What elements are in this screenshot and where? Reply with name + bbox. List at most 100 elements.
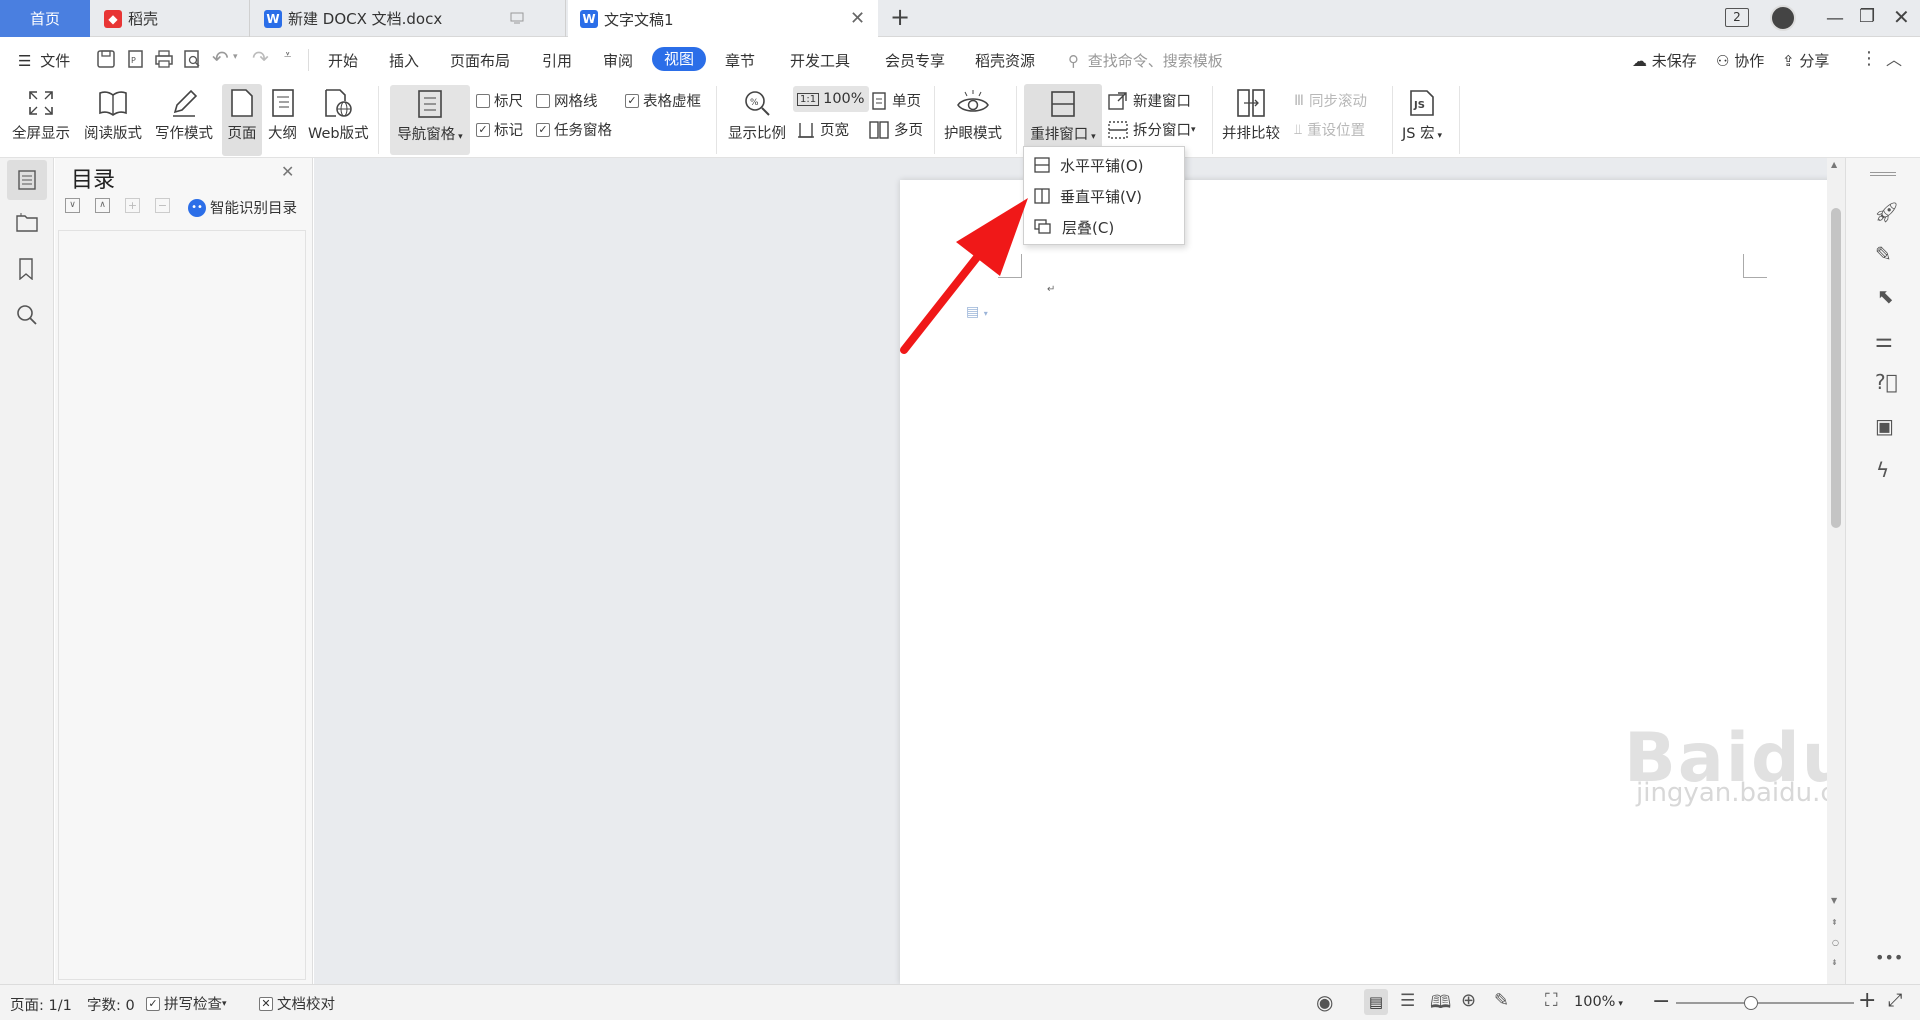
zoom-slider-thumb[interactable]: [1744, 996, 1758, 1010]
toc-tab[interactable]: [7, 160, 47, 200]
fullscreen-status-icon[interactable]: ⤢: [1888, 990, 1902, 1011]
split-window-button[interactable]: 拆分窗口 ▾: [1108, 119, 1196, 140]
eye-mode-status-icon[interactable]: ◉: [1316, 990, 1333, 1014]
ruler-checkbox[interactable]: 标尺: [476, 90, 523, 111]
close-window-icon[interactable]: ✕: [1893, 5, 1910, 29]
new-window-button[interactable]: 新建窗口: [1108, 90, 1191, 111]
markup-checkbox[interactable]: ✓ 标记: [476, 119, 523, 140]
more-tools-icon[interactable]: •••: [1875, 948, 1903, 967]
zoom-button[interactable]: % 显示比例: [728, 88, 786, 143]
tab-docx[interactable]: W 新建 DOCX 文档.docx: [252, 0, 566, 37]
scroll-up-icon[interactable]: ▲: [1831, 160, 1837, 169]
menu-chapter[interactable]: 章节: [725, 50, 755, 71]
new-tab-icon[interactable]: +: [890, 3, 910, 31]
help-icon[interactable]: ?⃝: [1875, 370, 1898, 394]
window-count-badge[interactable]: 2: [1725, 8, 1749, 27]
nav-pane-button[interactable]: 导航窗格 ▾: [390, 85, 470, 155]
page-view-button[interactable]: 页面: [222, 84, 262, 156]
collapse-ribbon-icon[interactable]: ︿: [1886, 46, 1902, 70]
zoom-slider[interactable]: [1676, 996, 1854, 1010]
tile-horizontal-item[interactable]: 水平平铺(O): [1024, 150, 1184, 180]
menu-developer[interactable]: 开发工具: [790, 50, 850, 71]
export-pdf-icon[interactable]: P: [126, 49, 146, 69]
undo-icon[interactable]: ↶: [212, 46, 229, 70]
task-pane-checkbox[interactable]: ✓ 任务窗格: [536, 119, 612, 140]
select-browse-icon[interactable]: ○: [1832, 938, 1839, 947]
menu-start[interactable]: 开始: [328, 50, 358, 71]
tab-docer[interactable]: ◆ 稻壳: [92, 0, 250, 37]
zoom-out-icon[interactable]: −: [1652, 989, 1670, 1014]
minimize-icon[interactable]: —: [1826, 8, 1844, 29]
save-icon[interactable]: [96, 49, 116, 69]
tab-active-doc[interactable]: W 文字文稿1 ✕: [568, 0, 878, 38]
outline-button[interactable]: 大纲: [268, 88, 297, 143]
add-level-icon[interactable]: +: [125, 198, 140, 213]
image-tool-icon[interactable]: ▣: [1875, 414, 1894, 438]
prev-page-icon[interactable]: ⇞: [1831, 918, 1838, 927]
chapter-nav-icon[interactable]: [16, 212, 38, 232]
find-icon[interactable]: [16, 304, 38, 326]
smart-toc-button[interactable]: •• 智能识别目录: [188, 197, 297, 218]
maximize-icon[interactable]: ❐: [1859, 6, 1875, 27]
side-by-side-button[interactable]: 并排比较: [1222, 88, 1280, 143]
menu-review[interactable]: 审阅: [603, 50, 633, 71]
word-count[interactable]: 字数: 0: [87, 994, 135, 1015]
close-panel-icon[interactable]: ✕: [281, 162, 294, 181]
redo-icon[interactable]: ↷: [252, 46, 269, 70]
page-width-button[interactable]: 页宽: [797, 119, 849, 140]
rocket-icon[interactable]: 🚀︎: [1874, 200, 1899, 224]
page-view-status[interactable]: ▤: [1364, 989, 1388, 1015]
collaborate-button[interactable]: ⚇ 协作: [1716, 50, 1764, 71]
eye-protection-button[interactable]: 护眼模式: [944, 88, 1002, 143]
menu-docer-resources[interactable]: 稻壳资源: [975, 50, 1035, 71]
command-search[interactable]: ⚲ 查找命令、搜索模板: [1068, 50, 1223, 71]
proofread-button[interactable]: ✕ 文档校对: [259, 993, 335, 1014]
zoom-100-button[interactable]: 1:1 100%: [793, 86, 869, 112]
zoom-in-icon[interactable]: +: [1858, 988, 1876, 1013]
gridlines-checkbox[interactable]: 网格线: [536, 90, 598, 111]
share-button[interactable]: ⇪ 分享: [1782, 50, 1829, 71]
outline-status-icon[interactable]: ☰: [1400, 991, 1415, 1011]
single-page-button[interactable]: 单页: [871, 90, 921, 111]
scrollbar-thumb[interactable]: [1831, 208, 1841, 528]
file-menu[interactable]: ☰ 文件: [18, 50, 70, 71]
tab-home[interactable]: 首页: [0, 0, 90, 37]
reset-position-button[interactable]: ⫫ 重设位置: [1294, 119, 1365, 140]
menu-insert[interactable]: 插入: [389, 50, 419, 71]
spell-check-button[interactable]: ✓ 拼写检查 ▾: [146, 993, 227, 1014]
bookmark-icon[interactable]: [18, 258, 34, 280]
menu-references[interactable]: 引用: [542, 50, 572, 71]
scroll-down-icon[interactable]: ▼: [1831, 896, 1837, 905]
remove-level-icon[interactable]: −: [155, 198, 170, 213]
menu-page-layout[interactable]: 页面布局: [450, 50, 510, 71]
quick-access-more-icon[interactable]: ⩡: [284, 48, 291, 63]
close-tab-icon[interactable]: ✕: [850, 8, 865, 29]
reading-layout-button[interactable]: 阅读版式: [84, 88, 142, 143]
table-gridlines-checkbox[interactable]: ✓ 表格虚框: [625, 90, 701, 111]
unsaved-status[interactable]: ☁ 未保存: [1632, 50, 1697, 71]
print-icon[interactable]: [154, 49, 174, 69]
multi-page-button[interactable]: 多页: [869, 119, 923, 140]
sync-scroll-button[interactable]: Ⅲ 同步滚动: [1294, 90, 1367, 111]
writing-mode-button[interactable]: 写作模式: [155, 88, 213, 143]
collapse-all-icon[interactable]: ∨: [65, 198, 80, 213]
cascade-item[interactable]: 层叠(C): [1024, 212, 1184, 242]
next-page-icon[interactable]: ⇟: [1831, 958, 1838, 967]
fit-page-icon[interactable]: ⛶: [1545, 990, 1558, 1011]
menu-member[interactable]: 会员专享: [885, 50, 945, 71]
avatar[interactable]: [1770, 5, 1796, 31]
undo-dropdown-icon[interactable]: ▾: [233, 52, 238, 62]
fullscreen-button[interactable]: 全屏显示: [12, 88, 70, 143]
js-macro-button[interactable]: JS JS 宏 ▾: [1402, 88, 1442, 143]
menu-view[interactable]: 视图: [652, 47, 706, 71]
writing-status-icon[interactable]: ✎: [1494, 990, 1509, 1011]
expand-up-icon[interactable]: ∧: [95, 198, 110, 213]
zoom-level-dropdown[interactable]: 100% ▾: [1574, 994, 1623, 1010]
document-page[interactable]: ↵ ▤ ▾ Baidu经验 jingyan.baidu.com: [900, 180, 1920, 984]
web-layout-button[interactable]: Web版式: [308, 88, 369, 143]
sliders-icon[interactable]: ⚌: [1875, 328, 1893, 352]
web-status-icon[interactable]: ⊕: [1461, 990, 1476, 1011]
print-preview-icon[interactable]: [182, 49, 202, 69]
tile-vertical-item[interactable]: 垂直平铺(V): [1024, 181, 1184, 211]
reading-status-icon[interactable]: 🕮: [1430, 990, 1451, 1020]
